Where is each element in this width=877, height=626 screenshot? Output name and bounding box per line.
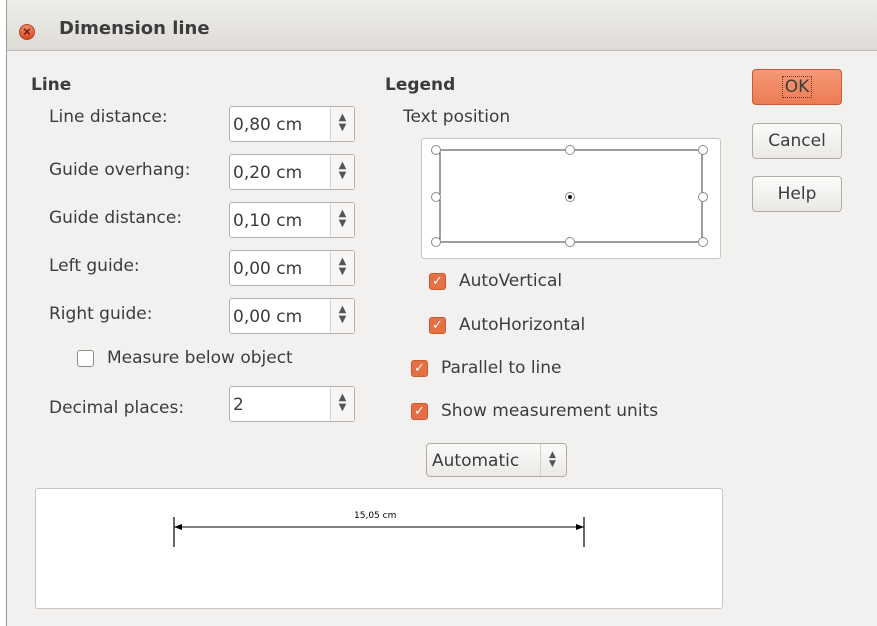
position-center-radio[interactable] (565, 192, 575, 202)
parallel-checkbox[interactable]: ✓ (411, 360, 428, 377)
guide-overhang-value[interactable]: 0,20 cm (233, 163, 302, 183)
right-guide-spin[interactable]: 0,00 cm ▲ ▼ (229, 298, 355, 334)
guide-overhang-spin[interactable]: 0,20 cm ▲ ▼ (229, 154, 355, 190)
legend-section-heading: Legend (385, 75, 456, 95)
left-guide-spin[interactable]: 0,00 cm ▲ ▼ (229, 250, 355, 286)
spin-arrows-icon[interactable]: ▲ ▼ (330, 387, 354, 421)
line-section-heading: Line (31, 75, 72, 95)
position-top-center-radio[interactable] (565, 145, 575, 155)
ok-button-label[interactable]: OK (781, 76, 813, 98)
left-guide-value[interactable]: 0,00 cm (233, 259, 302, 279)
guide-overhang-label: Guide overhang: (49, 160, 191, 180)
decimal-places-spin[interactable]: 2 ▲ ▼ (229, 386, 355, 422)
auto-horizontal-checkbox[interactable]: ✓ (429, 317, 446, 334)
text-position-label: Text position (403, 107, 511, 127)
spin-arrows-icon[interactable]: ▲ ▼ (330, 107, 354, 141)
decimal-places-label: Decimal places: (49, 398, 185, 418)
units-select[interactable]: Automatic ▲ ▼ (426, 443, 567, 477)
right-guide-value[interactable]: 0,00 cm (233, 307, 302, 327)
show-units-checkbox[interactable]: ✓ (411, 403, 428, 420)
help-button[interactable]: Help (752, 176, 842, 212)
decimal-places-value[interactable]: 2 (233, 395, 244, 415)
measure-below-checkbox[interactable] (77, 350, 94, 367)
spin-arrows-icon[interactable]: ▲ ▼ (330, 251, 354, 285)
auto-vertical-label[interactable]: AutoVertical (459, 271, 562, 291)
guide-distance-label: Guide distance: (49, 208, 183, 228)
cancel-button[interactable]: Cancel (752, 123, 842, 159)
parallel-label[interactable]: Parallel to line (441, 358, 562, 378)
title-bar: × Dimension line (7, 0, 877, 51)
dimension-preview: 15,05 cm (35, 488, 723, 609)
right-guide-label: Right guide: (49, 304, 153, 324)
position-middle-right-radio[interactable] (698, 192, 708, 202)
select-arrows-icon[interactable]: ▲ ▼ (540, 444, 564, 476)
text-position-selector (421, 138, 721, 259)
show-units-label[interactable]: Show measurement units (441, 401, 658, 421)
position-top-right-radio[interactable] (698, 145, 708, 155)
line-distance-value[interactable]: 0,80 cm (233, 115, 302, 135)
spin-arrows-icon[interactable]: ▲ ▼ (330, 203, 354, 237)
auto-horizontal-label[interactable]: AutoHorizontal (459, 315, 585, 335)
spin-arrows-icon[interactable]: ▲ ▼ (330, 299, 354, 333)
guide-distance-value[interactable]: 0,10 cm (233, 211, 302, 231)
guide-distance-spin[interactable]: 0,10 cm ▲ ▼ (229, 202, 355, 238)
dimension-line-graphic (173, 517, 585, 547)
ok-button[interactable]: OK (752, 69, 842, 105)
position-bottom-center-radio[interactable] (565, 237, 575, 247)
dialog-title: Dimension line (59, 18, 210, 39)
dimension-line-dialog: × Dimension line Line Line distance: 0,8… (6, 0, 877, 626)
position-top-left-radio[interactable] (431, 145, 441, 155)
line-distance-spin[interactable]: 0,80 cm ▲ ▼ (229, 106, 355, 142)
position-middle-left-radio[interactable] (431, 192, 441, 202)
left-guide-label: Left guide: (49, 256, 140, 276)
close-icon[interactable]: × (19, 24, 35, 40)
measure-below-label[interactable]: Measure below object (107, 348, 293, 368)
measurement-text: 15,05 cm (354, 511, 397, 521)
auto-vertical-checkbox[interactable]: ✓ (429, 273, 446, 290)
units-select-value[interactable]: Automatic (432, 451, 519, 471)
position-bottom-left-radio[interactable] (431, 237, 441, 247)
line-distance-label: Line distance: (49, 107, 168, 127)
spin-arrows-icon[interactable]: ▲ ▼ (330, 155, 354, 189)
position-bottom-right-radio[interactable] (698, 237, 708, 247)
